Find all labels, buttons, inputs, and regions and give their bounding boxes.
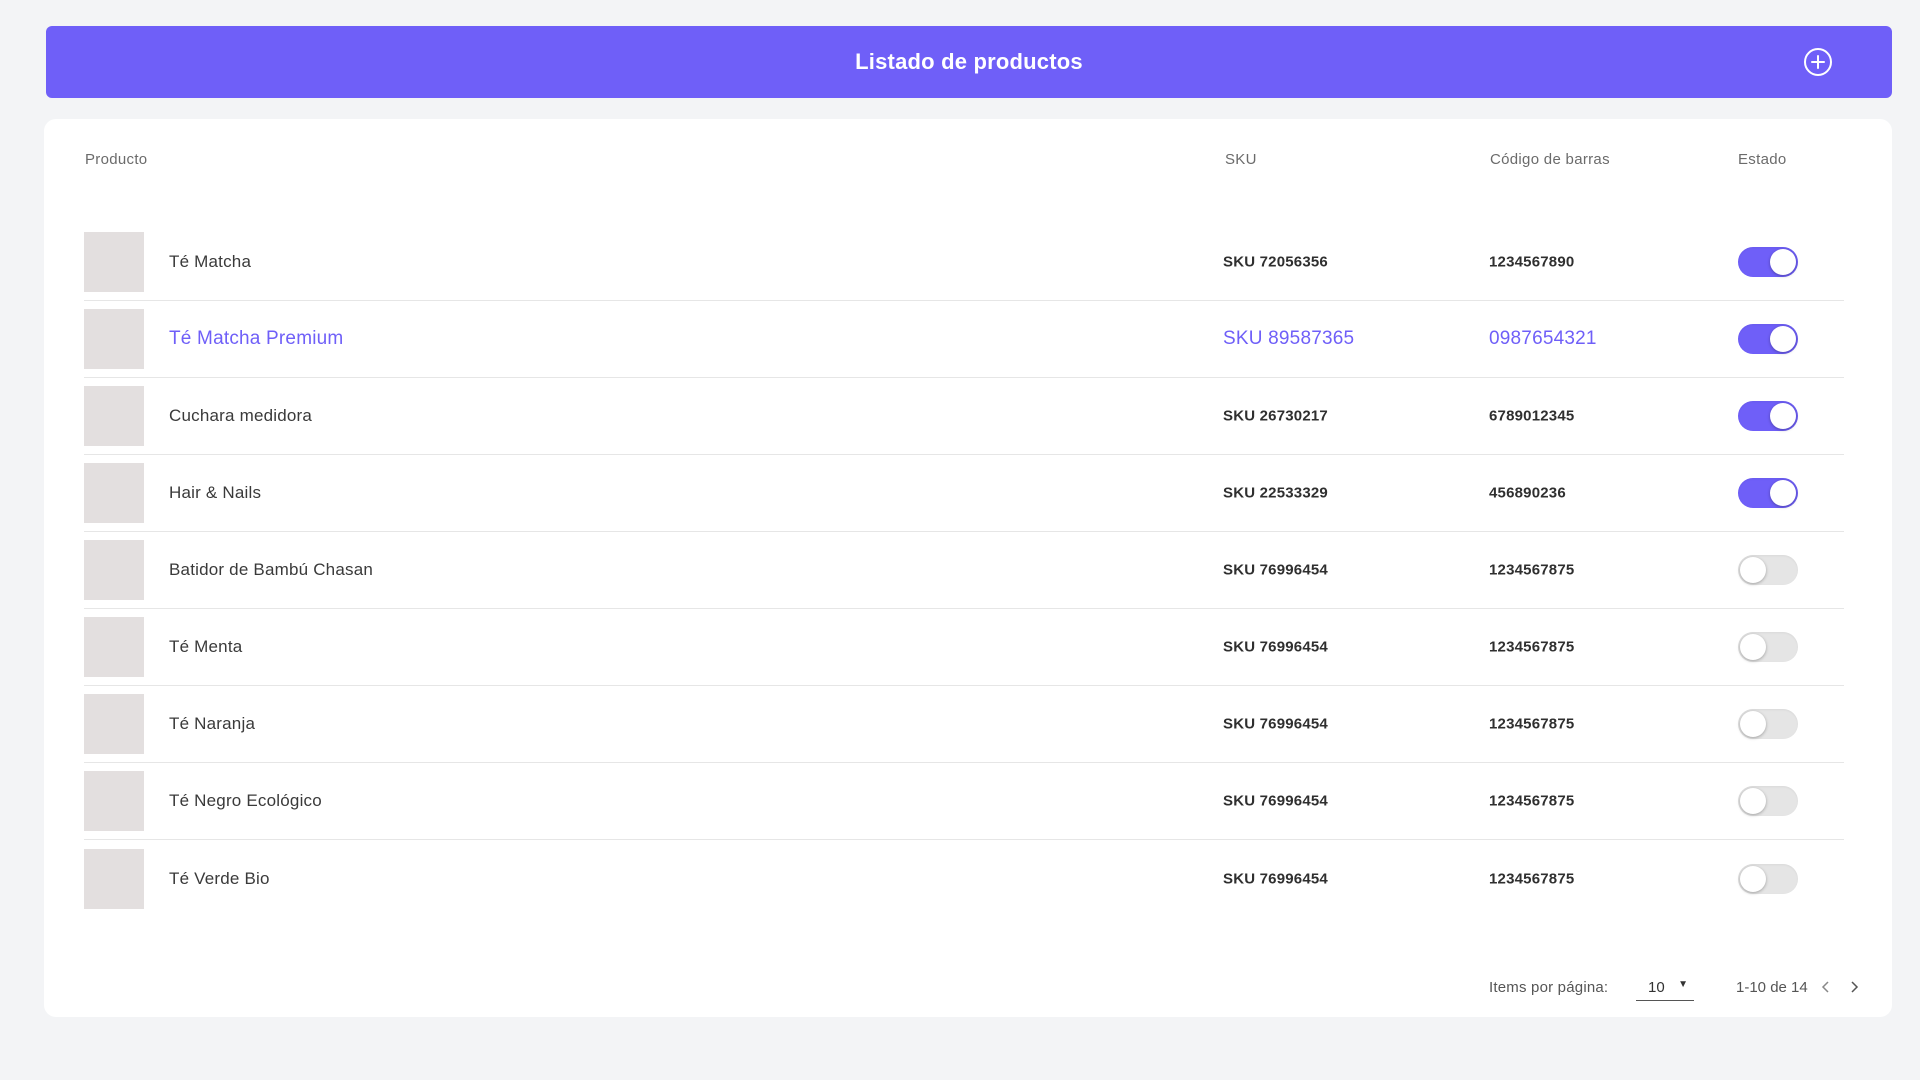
product-barcode: 1234567875: [1489, 715, 1575, 733]
products-card: Producto SKU Código de barras Estado Té …: [44, 119, 1892, 1017]
pagination-range: 1-10 de 14: [1736, 979, 1808, 996]
table-row[interactable]: Batidor de Bambú Chasan SKU 76996454 123…: [84, 532, 1844, 609]
status-toggle[interactable]: [1738, 709, 1798, 739]
toggle-knob: [1770, 249, 1796, 275]
product-name: Té Menta: [169, 637, 243, 656]
table-row[interactable]: Té Matcha Premium SKU 89587365 098765432…: [84, 301, 1844, 378]
product-thumbnail: [84, 617, 144, 677]
product-thumbnail: [84, 694, 144, 754]
product-sku: SKU 76996454: [1223, 638, 1328, 656]
column-header-sku[interactable]: SKU: [1225, 151, 1257, 168]
product-name: Batidor de Bambú Chasan: [169, 560, 374, 579]
toggle-knob: [1740, 865, 1766, 892]
toggle-knob: [1770, 403, 1796, 429]
product-sku: SKU 76996454: [1223, 870, 1328, 887]
table-row[interactable]: Té Naranja SKU 76996454 1234567875: [84, 686, 1844, 763]
next-page-button[interactable]: [1844, 976, 1864, 998]
table-header: Producto SKU Código de barras Estado: [85, 151, 1845, 175]
product-name: Té Verde Bio: [169, 868, 270, 888]
items-per-page-label: Items por página:: [1489, 979, 1609, 996]
caret-down-icon: ▼: [1678, 979, 1688, 990]
product-sku: SKU 76996454: [1223, 792, 1328, 810]
add-product-button[interactable]: [1802, 46, 1834, 78]
product-barcode: 0987654321: [1489, 328, 1597, 349]
column-header-state[interactable]: Estado: [1738, 151, 1787, 168]
toggle-knob: [1770, 326, 1796, 352]
status-toggle[interactable]: [1738, 632, 1798, 662]
status-toggle[interactable]: [1738, 401, 1798, 431]
table-row[interactable]: Té Negro Ecológico SKU 76996454 12345678…: [84, 763, 1844, 840]
page-title: Listado de productos: [855, 49, 1083, 74]
product-sku: SKU 76996454: [1223, 561, 1328, 579]
status-toggle[interactable]: [1738, 863, 1798, 894]
table-body: Té Matcha SKU 72056356 1234567890 Té Mat…: [84, 224, 1844, 917]
product-thumbnail: [84, 309, 144, 369]
product-name: Té Matcha Premium: [169, 328, 344, 349]
page-header: Listado de productos: [46, 26, 1892, 98]
chevron-left-icon: [1821, 981, 1829, 993]
page-size-value: 10: [1648, 979, 1665, 996]
product-sku: SKU 26730217: [1223, 407, 1328, 425]
product-barcode: 1234567890: [1489, 253, 1575, 271]
product-barcode: 1234567875: [1489, 638, 1575, 656]
product-barcode: 456890236: [1489, 484, 1566, 502]
status-toggle[interactable]: [1738, 786, 1798, 816]
product-name: Té Negro Ecológico: [169, 791, 322, 810]
product-thumbnail: [84, 463, 144, 523]
table-row[interactable]: Té Verde Bio SKU 76996454 1234567875: [84, 840, 1844, 917]
product-thumbnail: [84, 848, 144, 909]
product-sku: SKU 22533329: [1223, 484, 1328, 502]
column-header-barcode[interactable]: Código de barras: [1490, 151, 1610, 168]
previous-page-button[interactable]: [1816, 976, 1836, 998]
table-row[interactable]: Té Menta SKU 76996454 1234567875: [84, 609, 1844, 686]
table-row[interactable]: Té Matcha SKU 72056356 1234567890: [84, 224, 1844, 301]
toggle-knob: [1770, 480, 1796, 506]
toggle-knob: [1740, 788, 1766, 814]
product-thumbnail: [84, 232, 144, 292]
product-name: Té Naranja: [169, 714, 256, 733]
product-name: Hair & Nails: [169, 483, 262, 502]
table-row[interactable]: Cuchara medidora SKU 26730217 6789012345: [84, 378, 1844, 455]
plus-circle-icon: [1804, 48, 1832, 76]
page-size-select[interactable]: 10 ▼: [1636, 975, 1694, 1001]
status-toggle[interactable]: [1738, 478, 1798, 508]
status-toggle[interactable]: [1738, 247, 1798, 277]
product-sku: SKU 89587365: [1223, 328, 1355, 349]
column-header-product[interactable]: Producto: [85, 151, 147, 168]
toggle-knob: [1740, 711, 1766, 737]
product-sku: SKU 76996454: [1223, 715, 1328, 733]
product-barcode: 1234567875: [1489, 792, 1575, 810]
table-row[interactable]: Hair & Nails SKU 22533329 456890236: [84, 455, 1844, 532]
toggle-knob: [1740, 557, 1766, 583]
product-thumbnail: [84, 386, 144, 446]
pagination: Items por página: 10 ▼ 1-10 de 14: [44, 975, 1892, 1001]
status-toggle[interactable]: [1738, 555, 1798, 585]
product-barcode: 6789012345: [1489, 407, 1575, 425]
product-name: Té Matcha: [169, 252, 252, 271]
product-thumbnail: [84, 771, 144, 831]
chevron-right-icon: [1851, 981, 1859, 993]
status-toggle[interactable]: [1738, 324, 1798, 354]
product-name: Cuchara medidora: [169, 406, 313, 425]
product-barcode: 1234567875: [1489, 870, 1575, 887]
product-sku: SKU 72056356: [1223, 253, 1328, 271]
toggle-knob: [1740, 634, 1766, 660]
product-barcode: 1234567875: [1489, 561, 1575, 579]
product-thumbnail: [84, 540, 144, 600]
